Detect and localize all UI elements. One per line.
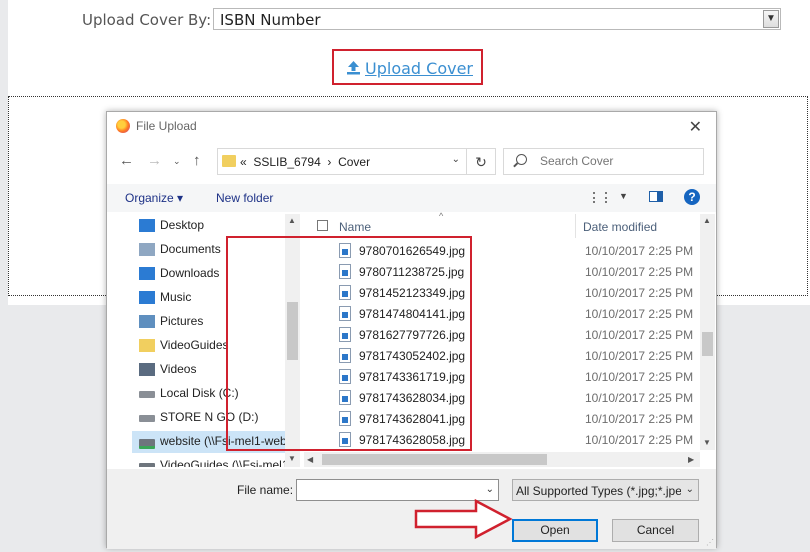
upload-cover-label: Upload Cover xyxy=(365,59,473,78)
file-date: 10/10/2017 2:25 PM xyxy=(585,433,694,447)
drive-icon xyxy=(139,415,155,422)
dialog-titlebar: File Upload ✕ xyxy=(107,112,716,142)
nav-item-label: VideoGuides (\\Fsi-mel1- xyxy=(160,458,293,467)
file-date: 10/10/2017 2:25 PM xyxy=(585,307,694,321)
upload-icon xyxy=(347,61,360,75)
videos-icon xyxy=(139,363,155,376)
horizontal-scrollbar[interactable]: ◀ ▶ xyxy=(304,452,700,467)
sort-ascending-icon: ^ xyxy=(439,211,444,221)
chevron-down-icon[interactable]: ⌄ xyxy=(452,154,460,165)
chevron-down-icon[interactable]: ⌄ xyxy=(686,484,694,495)
nav-item-label: Music xyxy=(160,290,192,304)
recent-locations-icon[interactable]: ⌄ xyxy=(173,156,181,167)
breadcrumb-cover[interactable]: Cover xyxy=(338,155,370,169)
file-date: 10/10/2017 2:25 PM xyxy=(585,286,694,300)
column-date-modified[interactable]: Date modified xyxy=(583,220,657,234)
preview-pane-icon[interactable] xyxy=(649,191,663,202)
scroll-left-icon[interactable]: ◀ xyxy=(307,455,313,464)
up-arrow-icon[interactable]: ↑ xyxy=(193,152,201,169)
file-date: 10/10/2017 2:25 PM xyxy=(585,412,694,426)
address-bar: ← → ⌄ ↑ « SSLIB_6794 › Cover ⌄ ↻ xyxy=(117,148,707,176)
close-icon[interactable]: ✕ xyxy=(689,117,702,137)
new-folder-button[interactable]: New folder xyxy=(216,191,273,205)
dialog-toolbar: Organize ▾ New folder ▼ ? xyxy=(107,184,716,212)
breadcrumb-sslib[interactable]: SSLIB_6794 xyxy=(253,155,320,169)
scroll-thumb[interactable] xyxy=(322,454,547,465)
search-icon xyxy=(516,154,527,165)
breadcrumb-overflow[interactable]: « xyxy=(240,155,247,169)
column-headers: Name ^ Date modified xyxy=(303,211,703,238)
scroll-up-icon[interactable]: ▲ xyxy=(703,216,711,225)
file-name-label: File name: xyxy=(237,483,294,497)
scroll-up-icon[interactable]: ▲ xyxy=(288,216,296,225)
nav-item-label: Videos xyxy=(160,362,197,376)
path-box[interactable]: « SSLIB_6794 › Cover ⌄ xyxy=(217,148,467,175)
documents-icon xyxy=(139,243,155,256)
nav-item-label: Downloads xyxy=(160,266,220,280)
file-type-select[interactable]: All Supported Types (*.jpg;*.jpe ⌄ xyxy=(512,479,699,501)
network-drive-icon xyxy=(139,439,155,449)
nav-item-label: VideoGuides xyxy=(160,338,229,352)
file-date: 10/10/2017 2:25 PM xyxy=(585,370,694,384)
pictures-icon xyxy=(139,315,155,328)
nav-item-label: Documents xyxy=(160,242,221,256)
nav-item-label: Desktop xyxy=(160,218,205,232)
scroll-down-icon[interactable]: ▼ xyxy=(703,438,711,447)
select-all-checkbox[interactable] xyxy=(317,220,328,231)
help-icon[interactable]: ? xyxy=(684,189,700,205)
upload-by-label: Upload Cover By: xyxy=(82,11,212,29)
scroll-right-icon[interactable]: ▶ xyxy=(688,455,694,464)
view-options-icon[interactable] xyxy=(593,192,607,203)
file-date: 10/10/2017 2:25 PM xyxy=(585,265,694,279)
scroll-down-icon[interactable]: ▼ xyxy=(288,454,296,463)
search-box[interactable] xyxy=(503,148,704,175)
upload-cover-link[interactable]: Upload Cover xyxy=(346,59,473,78)
drive-icon xyxy=(139,391,155,398)
view-dropdown-icon[interactable]: ▼ xyxy=(619,191,628,201)
pointer-arrow-icon xyxy=(414,498,513,540)
breadcrumb: « SSLIB_6794 › Cover xyxy=(240,155,370,169)
column-divider[interactable] xyxy=(575,214,576,238)
column-name[interactable]: Name xyxy=(339,220,371,234)
organize-button[interactable]: Organize ▾ xyxy=(125,191,183,205)
refresh-icon: ↻ xyxy=(475,154,487,170)
upload-by-value: ISBN Number xyxy=(220,11,321,29)
file-date: 10/10/2017 2:25 PM xyxy=(585,349,694,363)
folder-icon xyxy=(222,155,236,167)
open-button[interactable]: Open xyxy=(512,519,598,542)
desktop-icon xyxy=(139,219,155,232)
downloads-icon xyxy=(139,267,155,280)
music-icon xyxy=(139,291,155,304)
scroll-thumb[interactable] xyxy=(702,332,713,356)
firefox-icon xyxy=(116,119,130,133)
dialog-footer: File name: ⌄ All Supported Types (*.jpg;… xyxy=(107,469,716,549)
chevron-down-icon[interactable]: ⌄ xyxy=(486,484,494,495)
network-drive-icon xyxy=(139,463,155,467)
chevron-down-icon[interactable]: ▼ xyxy=(763,10,779,28)
file-list-scrollbar[interactable]: ▲ ▼ xyxy=(700,214,715,450)
file-date: 10/10/2017 2:25 PM xyxy=(585,244,694,258)
forward-arrow-icon[interactable]: → xyxy=(147,152,162,169)
folder-icon xyxy=(139,339,155,352)
file-type-value: All Supported Types (*.jpg;*.jpe xyxy=(516,484,681,498)
search-input[interactable] xyxy=(538,153,692,169)
breadcrumb-separator: › xyxy=(327,155,332,169)
upload-by-select[interactable]: ISBN Number ▼ xyxy=(213,8,781,30)
back-arrow-icon[interactable]: ← xyxy=(119,152,134,169)
files-highlight-box xyxy=(226,236,472,451)
dialog-title: File Upload xyxy=(136,119,197,133)
file-date: 10/10/2017 2:25 PM xyxy=(585,328,694,342)
upload-cover-highlight: Upload Cover xyxy=(332,49,483,85)
cancel-button[interactable]: Cancel xyxy=(612,519,699,542)
file-date: 10/10/2017 2:25 PM xyxy=(585,391,694,405)
resize-grip-icon[interactable]: ⋰ xyxy=(706,538,714,547)
nav-item-label: Pictures xyxy=(160,314,204,328)
refresh-button[interactable]: ↻ xyxy=(467,148,496,175)
